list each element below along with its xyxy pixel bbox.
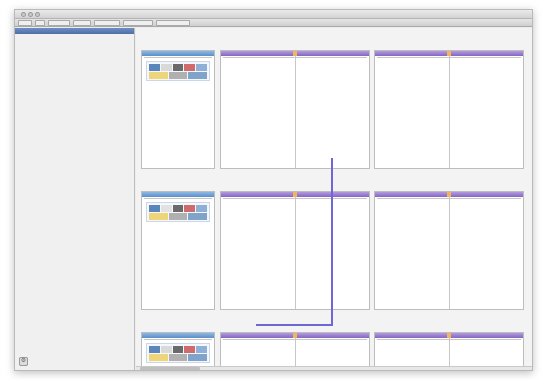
board-card[interactable] — [374, 50, 524, 169]
project-card[interactable] — [141, 191, 215, 310]
board-card[interactable] — [220, 332, 370, 370]
card-thumbnail — [146, 202, 210, 222]
zoom-window-button[interactable] — [35, 12, 40, 17]
column-divider — [449, 56, 450, 168]
toolbar-button-1[interactable] — [18, 19, 32, 26]
close-window-button[interactable] — [21, 12, 26, 17]
project-card[interactable] — [141, 50, 215, 169]
board-card[interactable] — [220, 50, 370, 169]
canvas — [136, 28, 532, 370]
card-header — [142, 192, 214, 197]
board-card[interactable] — [374, 191, 524, 310]
app-window: ⚙ — [14, 9, 533, 371]
horizontal-scrollbar[interactable] — [136, 366, 532, 370]
column-divider — [295, 197, 296, 309]
card-thumbnail — [146, 61, 210, 81]
link-connector — [331, 158, 333, 324]
toolbar — [15, 19, 532, 27]
toolbar-button-7[interactable] — [156, 19, 190, 26]
link-connector-horizontal — [256, 324, 333, 326]
board-card[interactable] — [374, 332, 524, 370]
scrollbar-thumb[interactable] — [140, 367, 200, 370]
sidebar: ⚙ — [15, 28, 135, 370]
minimize-window-button[interactable] — [28, 12, 33, 17]
toolbar-button-3[interactable] — [48, 19, 70, 26]
column-divider — [449, 197, 450, 309]
toolbar-button-5[interactable] — [94, 19, 120, 26]
column-divider — [295, 56, 296, 168]
card-subtitle-line — [144, 198, 212, 199]
card-header — [142, 333, 214, 338]
toolbar-button-6[interactable] — [123, 19, 153, 26]
toolbar-button-4[interactable] — [73, 19, 91, 26]
card-subtitle-line — [144, 57, 212, 58]
project-card[interactable] — [141, 332, 215, 370]
card-header — [142, 51, 214, 56]
board-card[interactable] — [220, 191, 370, 310]
toolbar-button-2[interactable] — [35, 19, 45, 26]
gear-icon[interactable]: ⚙ — [19, 357, 28, 366]
card-thumbnail — [146, 343, 210, 363]
card-subtitle-line — [144, 339, 212, 340]
sidebar-header[interactable] — [15, 28, 134, 34]
title-bar — [15, 10, 532, 19]
